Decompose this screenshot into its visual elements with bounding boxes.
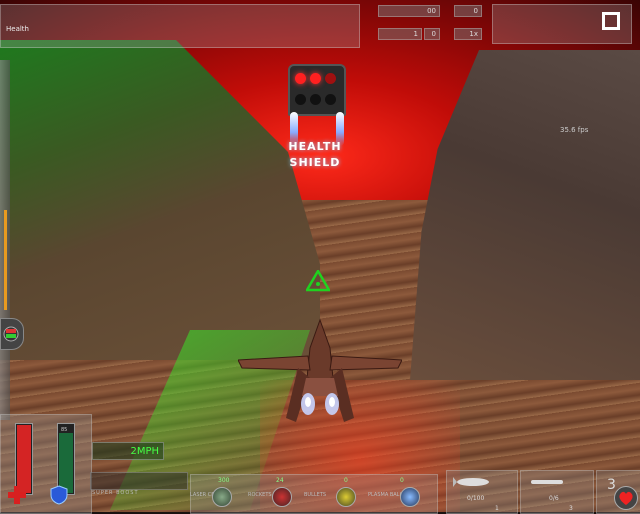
health-bar-fill	[17, 425, 31, 493]
bullets-count: 0	[344, 477, 348, 484]
status-bars-panel: 85	[0, 414, 92, 514]
kills-readout: 0	[454, 5, 482, 17]
targeting-reticle-icon	[306, 270, 330, 292]
shield-bar-fill	[59, 433, 73, 493]
super-boost-meter	[90, 472, 188, 490]
beacon-lamp	[295, 73, 306, 84]
torpedo-sub: 3	[569, 505, 573, 512]
rockets-label: ROCKETS	[248, 492, 272, 498]
shield-number: 85	[61, 427, 68, 433]
missile-count: 0/100	[467, 495, 485, 502]
shield-icon	[50, 485, 68, 505]
energy-gauge	[4, 210, 7, 310]
score-readout: 00	[378, 5, 440, 17]
beacon-lamp	[310, 73, 321, 84]
goal-shield-label: SHIELD	[289, 156, 341, 169]
game-viewport: HEALTH SHIELD	[0, 0, 640, 512]
laser-icon[interactable]	[212, 487, 232, 507]
rockets-count: 24	[276, 477, 284, 484]
laser-count: 300	[218, 477, 230, 484]
missile-sub: 1	[495, 505, 499, 512]
torpedo-slot[interactable]: 0/6 3	[520, 470, 594, 514]
heart-icon[interactable]	[614, 486, 638, 510]
bullets-label: BULLETS	[304, 492, 327, 498]
menu-button[interactable]	[602, 12, 620, 30]
torpedo-icon	[531, 480, 563, 484]
player-ship	[238, 318, 402, 422]
beacon-lamp	[310, 94, 321, 105]
health-panel: Health	[0, 4, 360, 48]
bullet-icon[interactable]	[336, 487, 356, 507]
beacon-lamp	[325, 73, 336, 84]
missile-icon	[453, 477, 489, 487]
multiplier-readout: 1x	[454, 28, 482, 40]
radar-icon	[0, 318, 24, 350]
goal-health-label: HEALTH	[288, 140, 342, 153]
time-readout: 1	[378, 28, 422, 40]
missile-slot[interactable]: 0/100 1	[446, 470, 518, 514]
super-boost-label: SUPER BOOST	[92, 490, 139, 496]
plasma-icon[interactable]	[400, 487, 420, 507]
beacon-lamp	[295, 94, 306, 105]
beacon-lamp	[325, 94, 336, 105]
time-readout-2: 0	[424, 28, 440, 40]
plasma-count: 0	[400, 477, 404, 484]
torpedo-count: 0/6	[549, 495, 559, 502]
fps-counter: 35.6 fps	[560, 126, 589, 134]
speed-readout: 2MPH	[92, 442, 164, 460]
health-label: Health	[6, 25, 29, 33]
goal-beacon	[288, 64, 346, 116]
health-cross-icon	[8, 486, 26, 504]
rocket-icon[interactable]	[272, 487, 292, 507]
